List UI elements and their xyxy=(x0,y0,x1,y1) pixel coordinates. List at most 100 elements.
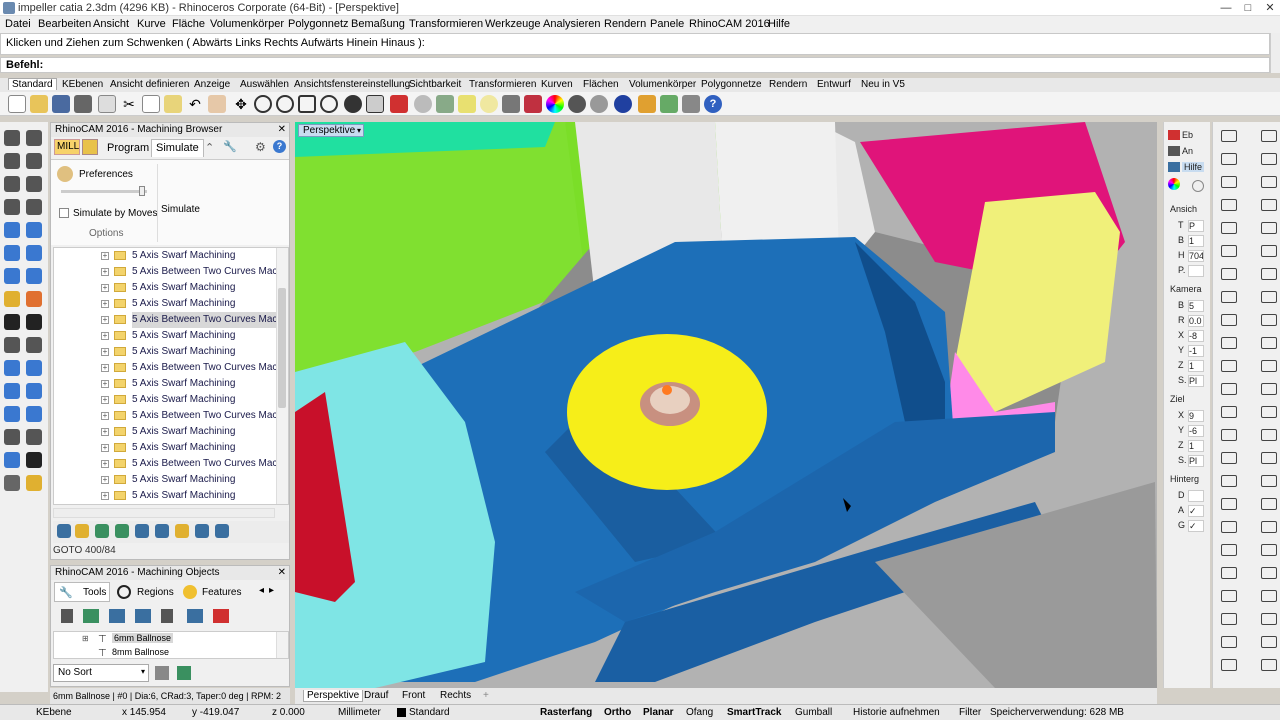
property-value-field[interactable]: 1 xyxy=(1188,360,1204,372)
drafting-tool-icon[interactable] xyxy=(1221,659,1237,671)
drafting-tool-icon[interactable] xyxy=(1261,521,1277,533)
help-icon[interactable]: ? xyxy=(704,95,722,113)
modeling-tool-icon[interactable] xyxy=(4,130,20,146)
machining-objects-close[interactable]: ✕ xyxy=(278,566,286,580)
layer-icon[interactable] xyxy=(524,95,542,113)
operation-tree-item[interactable]: +5 Axis Swarf Machining xyxy=(54,424,276,440)
property-value-field[interactable]: Pl xyxy=(1188,455,1204,467)
rotate-view-icon[interactable] xyxy=(344,95,362,113)
drafting-tool-icon[interactable] xyxy=(1221,475,1237,487)
drafting-tool-icon[interactable] xyxy=(1221,498,1237,510)
expand-icon[interactable]: + xyxy=(101,460,109,468)
property-value-field[interactable]: 704 xyxy=(1188,250,1204,262)
drafting-tool-icon[interactable] xyxy=(1261,383,1277,395)
expand-icon[interactable]: + xyxy=(101,284,109,292)
sim-compare-icon[interactable] xyxy=(215,524,229,538)
toolbar-tab-entwurf[interactable]: Entwurf xyxy=(817,79,851,90)
drafting-tool-icon[interactable] xyxy=(1221,199,1237,211)
toolbar-tab-transformieren[interactable]: Transformieren xyxy=(469,79,536,90)
color-wheel-icon[interactable] xyxy=(546,95,564,113)
operation-tree-item[interactable]: +5 Axis Between Two Curves Machi xyxy=(54,264,276,280)
modeling-tool-icon[interactable] xyxy=(26,360,42,376)
lock-icon[interactable] xyxy=(502,95,520,113)
tool-library-icon[interactable] xyxy=(135,609,151,623)
modeling-tool-icon[interactable] xyxy=(26,268,42,284)
toggle-smarttrack[interactable]: SmartTrack xyxy=(727,707,781,718)
drafting-tool-icon[interactable] xyxy=(1221,636,1237,648)
expand-icon[interactable]: + xyxy=(101,396,109,404)
operation-tree-item[interactable]: +5 Axis Swarf Machining xyxy=(54,328,276,344)
modeling-tool-icon[interactable] xyxy=(26,199,42,215)
operation-tree-item[interactable]: +5 Axis Swarf Machining xyxy=(54,344,276,360)
print-icon[interactable] xyxy=(74,95,92,113)
viewport-label[interactable]: Perspektive ▾ xyxy=(298,124,364,137)
operation-tree-item[interactable]: +5 Axis Between Two Curves Machi xyxy=(54,360,276,376)
expand-icon[interactable]: + xyxy=(101,444,109,452)
drafting-tool-icon[interactable] xyxy=(1221,245,1237,257)
toolbar-tab-kebenen[interactable]: KEbenen xyxy=(62,79,103,90)
help-icon[interactable]: ? xyxy=(273,140,286,153)
four-viewports-icon[interactable] xyxy=(366,95,384,113)
zoom-window-icon[interactable] xyxy=(276,95,294,113)
expand-icon[interactable]: + xyxy=(101,332,109,340)
expand-icon[interactable]: + xyxy=(101,252,109,260)
zoom-extents-icon[interactable] xyxy=(298,95,316,113)
drafting-tool-icon[interactable] xyxy=(1261,314,1277,326)
view-tab-perspektive[interactable]: Perspektive xyxy=(303,690,364,702)
sort-select[interactable]: No Sort ▾ xyxy=(53,664,149,682)
tab-ebenen[interactable]: Eb xyxy=(1182,130,1193,140)
toolbar-tab-anzeige[interactable]: Anzeige xyxy=(194,79,230,90)
import-icon[interactable] xyxy=(98,95,116,113)
drafting-tool-icon[interactable] xyxy=(1261,268,1277,280)
modeling-tool-icon[interactable] xyxy=(26,314,42,330)
light-icon[interactable] xyxy=(458,95,476,113)
drafting-tool-icon[interactable] xyxy=(1261,245,1277,257)
menu-analysieren[interactable]: Analysieren xyxy=(543,18,600,30)
expand-icon[interactable]: + xyxy=(101,316,109,324)
select-icon[interactable] xyxy=(436,95,454,113)
modeling-tool-icon[interactable] xyxy=(4,222,20,238)
machining-browser-close[interactable]: ✕ xyxy=(278,123,286,137)
refresh-tools-icon[interactable] xyxy=(177,666,191,680)
tree-vertical-scrollbar[interactable] xyxy=(276,248,288,504)
tree-scrollbar-thumb[interactable] xyxy=(278,288,286,408)
drafting-tool-icon[interactable] xyxy=(1261,659,1277,671)
toolbar-tab-kurven[interactable]: Kurven xyxy=(541,79,573,90)
property-value-field[interactable]: 9 xyxy=(1188,410,1204,422)
zoom-selected-icon[interactable] xyxy=(320,95,338,113)
modeling-tool-icon[interactable] xyxy=(26,429,42,445)
menu-transformieren[interactable]: Transformieren xyxy=(409,18,483,30)
property-value-field[interactable]: 5 xyxy=(1188,300,1204,312)
drafting-tool-icon[interactable] xyxy=(1221,590,1237,602)
viewport-menu-chevron-icon[interactable]: ▾ xyxy=(357,125,361,136)
save-icon[interactable] xyxy=(52,95,70,113)
toolbar-tab-standard[interactable]: Standard xyxy=(8,78,57,90)
toolbar-tab-auswaehlen[interactable]: Auswählen xyxy=(240,79,289,90)
drafting-tool-icon[interactable] xyxy=(1221,567,1237,579)
wrench-icon[interactable]: 🔧 xyxy=(223,140,237,153)
tool-mill-icon[interactable] xyxy=(61,609,73,623)
drafting-tool-icon[interactable] xyxy=(1221,383,1237,395)
modeling-tool-icon[interactable] xyxy=(4,245,20,261)
view-tab-rechts[interactable]: Rechts xyxy=(440,690,471,701)
drafting-tool-icon[interactable] xyxy=(1261,452,1277,464)
modeling-tool-icon[interactable] xyxy=(26,452,42,468)
modeling-tool-icon[interactable] xyxy=(26,383,42,399)
drafting-tool-icon[interactable] xyxy=(1221,130,1237,142)
tab-program[interactable]: Program xyxy=(107,142,149,154)
tool-load-icon[interactable] xyxy=(83,609,99,623)
slider-handle[interactable] xyxy=(139,186,145,196)
drafting-tool-icon[interactable] xyxy=(1261,406,1277,418)
drafting-tool-icon[interactable] xyxy=(1221,544,1237,556)
tab-simulate[interactable]: Simulate xyxy=(151,139,204,157)
property-value-field[interactable]: ✓ xyxy=(1188,520,1204,532)
menu-ansicht[interactable]: Ansicht xyxy=(93,18,129,30)
modeling-tool-icon[interactable] xyxy=(4,291,20,307)
menu-bemassung[interactable]: Bemaßung xyxy=(351,18,405,30)
simulate-button[interactable]: Simulate xyxy=(161,204,200,215)
drafting-tool-icon[interactable] xyxy=(1261,199,1277,211)
operation-tree-item[interactable]: +5 Axis Swarf Machining xyxy=(54,440,276,456)
view-tab-front[interactable]: Front xyxy=(402,690,425,701)
drafting-tool-icon[interactable] xyxy=(1221,613,1237,625)
drafting-tool-icon[interactable] xyxy=(1221,521,1237,533)
